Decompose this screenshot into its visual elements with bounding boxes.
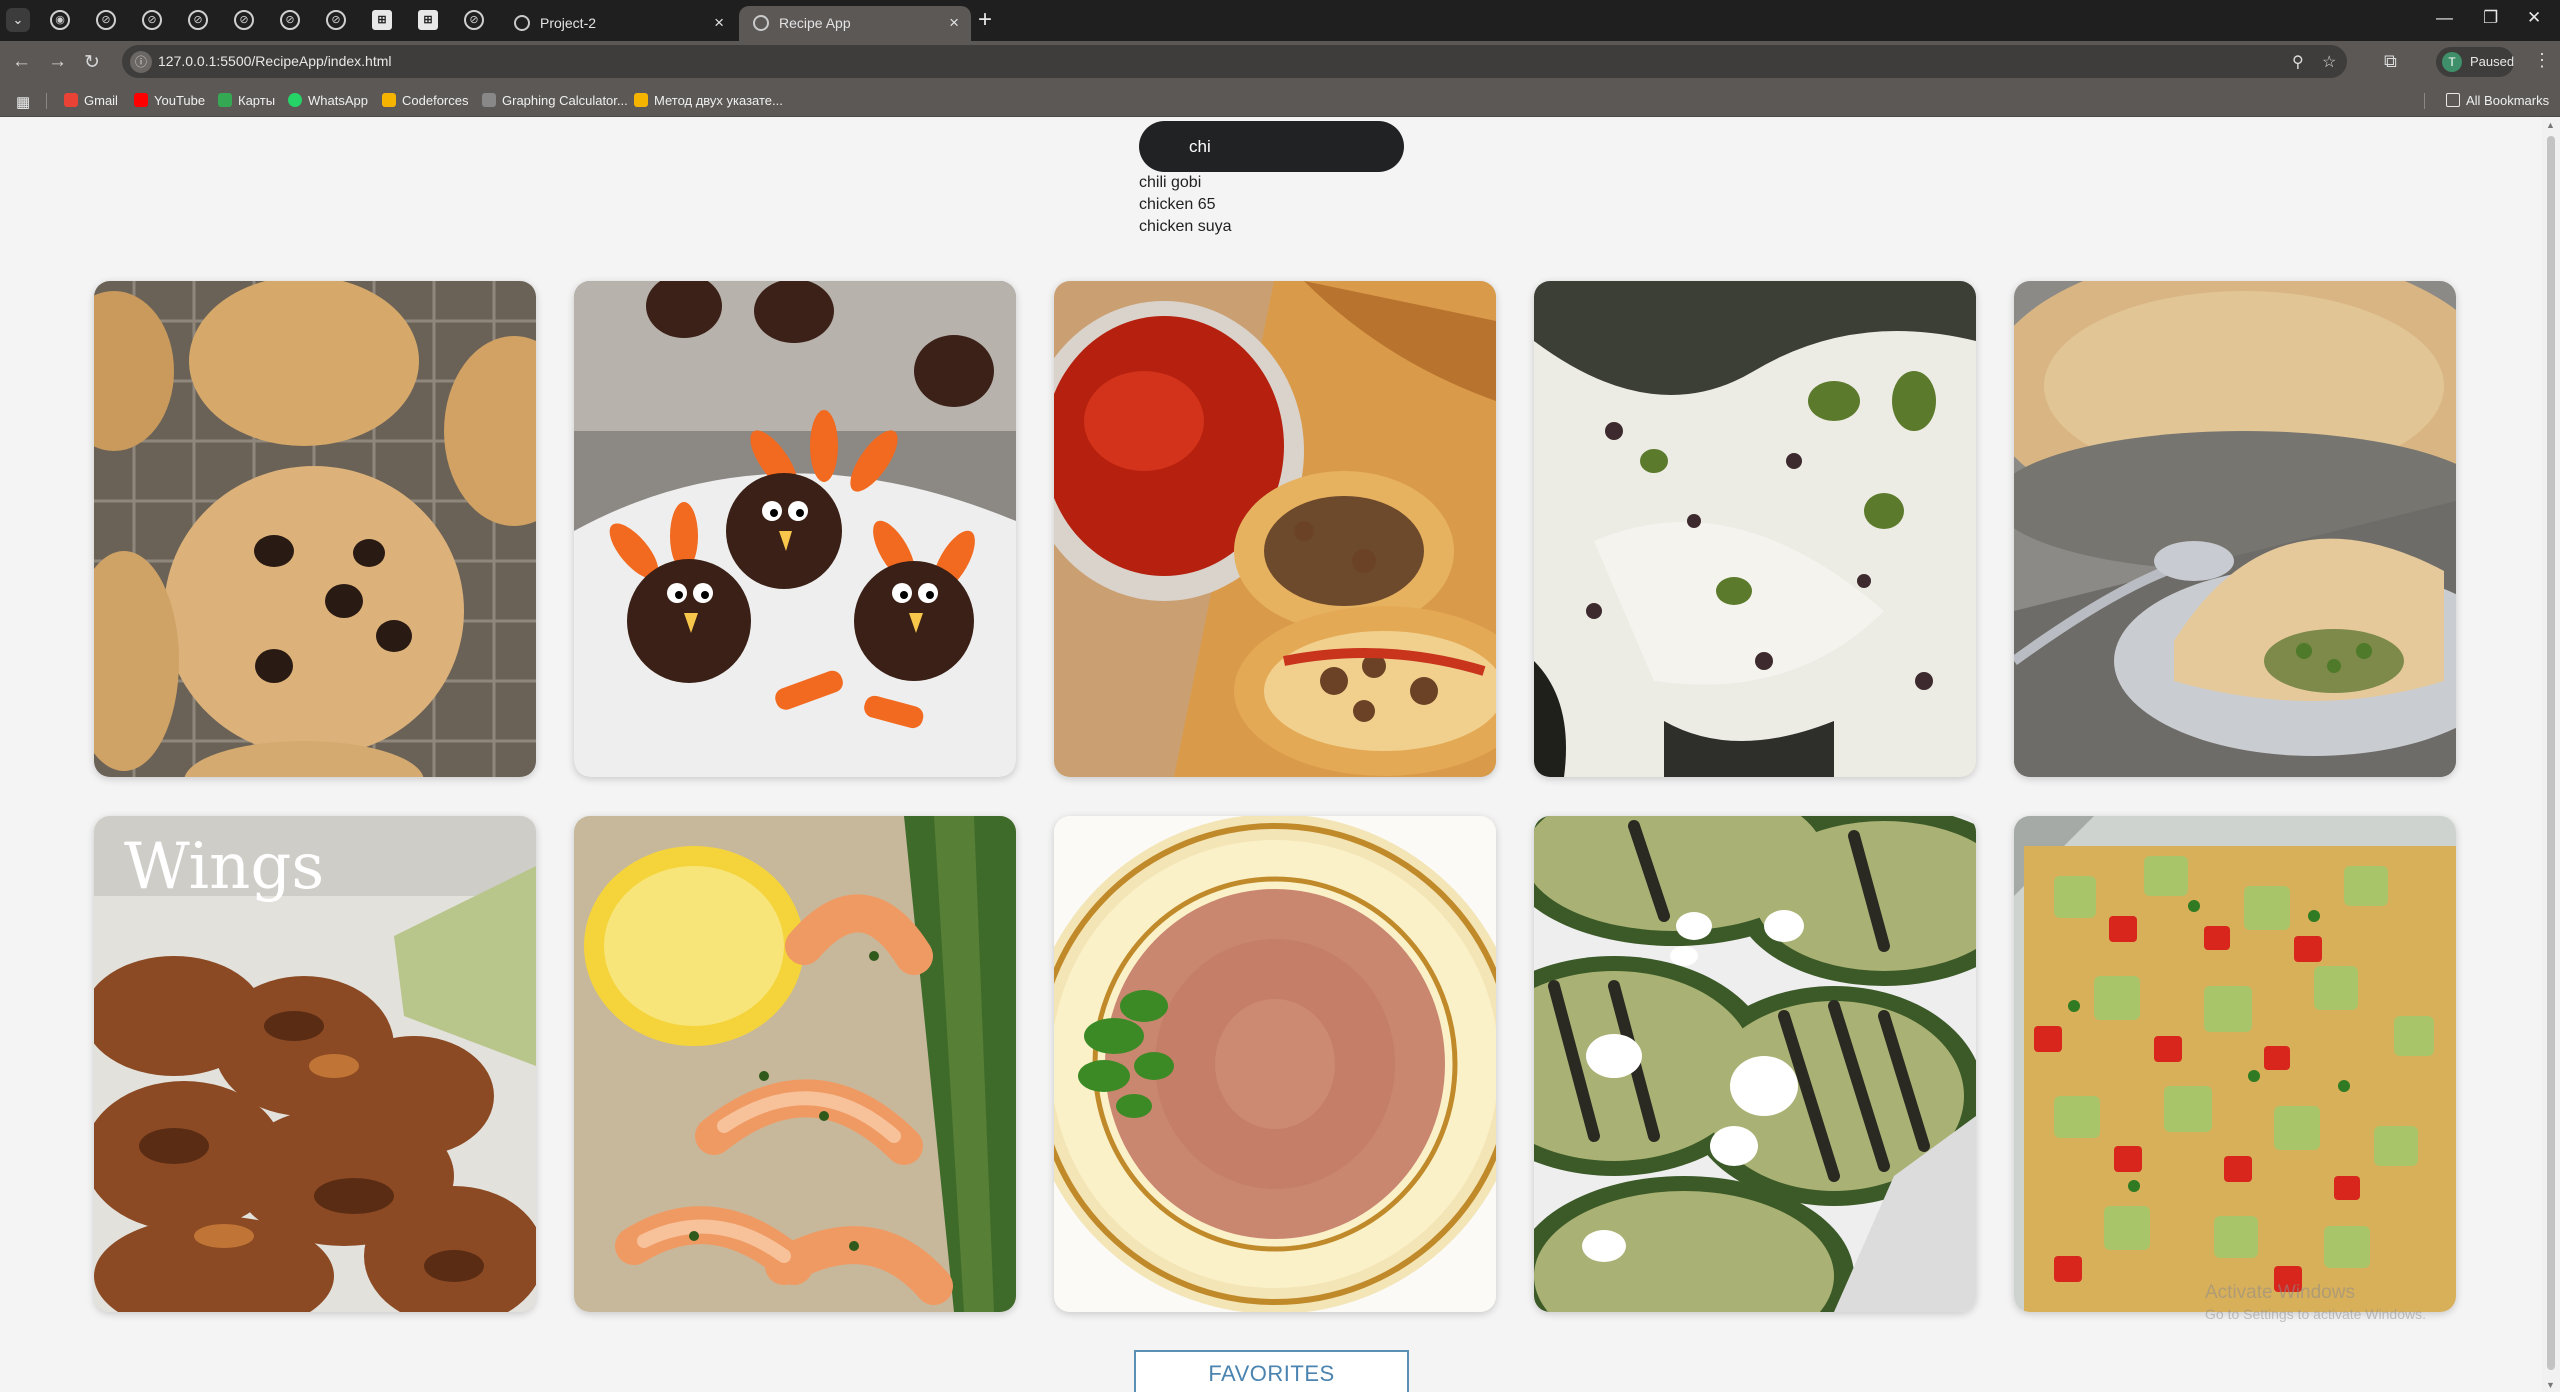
- bookmark-codeforces[interactable]: Codeforces: [382, 93, 468, 108]
- restore-icon[interactable]: ❐: [2483, 8, 2498, 28]
- meal-image: [2014, 816, 2456, 1312]
- close-tab-icon[interactable]: ×: [714, 13, 724, 33]
- globe-icon: [514, 15, 530, 31]
- meal-card-cookies[interactable]: [94, 281, 536, 777]
- search-suggestions: chili gobi chicken 65 chicken suya: [1139, 172, 1232, 238]
- activate-windows-title: Activate Windows: [2205, 1282, 2355, 1303]
- pinned-tab-icon[interactable]: ⊞: [418, 10, 438, 30]
- pinned-tab-icon[interactable]: ⊘: [464, 10, 484, 30]
- close-tab-icon[interactable]: ×: [949, 13, 959, 33]
- forward-icon[interactable]: →: [48, 51, 67, 73]
- wings-overlay-text: Wings: [124, 830, 324, 904]
- bookmark-two-pointers[interactable]: Метод двух указате...: [634, 93, 783, 108]
- pinned-tab-icon[interactable]: ◉: [50, 10, 70, 30]
- meal-card-zucchini[interactable]: [1534, 816, 1976, 1312]
- apps-grid-icon[interactable]: ▦: [16, 93, 30, 111]
- browser-toolbar: ← → ↻ ⓘ 127.0.0.1:5500/RecipeApp/index.h…: [0, 41, 2560, 84]
- zoom-icon[interactable]: ⚲: [2292, 52, 2304, 72]
- reload-icon[interactable]: ↻: [84, 51, 100, 74]
- pinned-tab-icon[interactable]: ⊘: [96, 10, 116, 30]
- whatsapp-icon: [288, 93, 302, 107]
- activate-windows-subtitle: Go to Settings to activate Windows.: [2205, 1306, 2426, 1322]
- meal-image: [1054, 281, 1496, 777]
- meal-card-wings[interactable]: Wings: [94, 816, 536, 1312]
- pinned-tab-icon[interactable]: ⊘: [234, 10, 254, 30]
- menu-icon[interactable]: ⋮: [2533, 50, 2551, 71]
- tab-strip: ⌄ ◉ ⊘ ⊘ ⊘ ⊘ ⊘ ⊘ ⊞ ⊞ ⊘ Project-2 × Recipe…: [0, 0, 2560, 41]
- bookmark-maps[interactable]: Карты: [218, 93, 275, 108]
- search-input[interactable]: [1139, 121, 1404, 172]
- meal-card-stromboli[interactable]: [1054, 281, 1496, 777]
- suggestion-item[interactable]: chicken suya: [1139, 216, 1232, 238]
- tab-title: Project-2: [540, 15, 597, 31]
- bookmark-youtube[interactable]: YouTube: [134, 93, 205, 108]
- maps-icon: [218, 93, 232, 107]
- tab-project-2[interactable]: Project-2 ×: [500, 6, 736, 41]
- bookmark-whatsapp[interactable]: WhatsApp: [288, 93, 368, 108]
- pinned-tab-icon[interactable]: ⊞: [372, 10, 392, 30]
- profile-button[interactable]: T Paused: [2436, 47, 2514, 77]
- extensions-icon[interactable]: ⧉: [2384, 51, 2397, 72]
- divider: [46, 93, 47, 109]
- tab-search-button[interactable]: ⌄: [6, 8, 30, 32]
- pinned-tab-icon[interactable]: ⊘: [280, 10, 300, 30]
- new-tab-button[interactable]: +: [978, 6, 992, 34]
- meal-image: Wings: [94, 816, 536, 1312]
- minimize-icon[interactable]: —: [2436, 8, 2453, 28]
- meal-card-turkey-truffles[interactable]: [574, 281, 1016, 777]
- all-bookmarks[interactable]: All Bookmarks: [2446, 93, 2549, 108]
- bookmark-star-icon[interactable]: ☆: [2322, 52, 2336, 72]
- suggestion-item[interactable]: chicken 65: [1139, 194, 1232, 216]
- scroll-down-icon[interactable]: ▼: [2546, 1380, 2555, 1390]
- codeforces-icon: [382, 93, 396, 107]
- meal-image: [574, 281, 1016, 777]
- tab-title: Recipe App: [779, 15, 851, 31]
- favorites-button[interactable]: FAVORITES: [1134, 1350, 1409, 1392]
- meal-image: [2014, 281, 2456, 777]
- pinned-tab-icon[interactable]: ⊘: [188, 10, 208, 30]
- back-icon[interactable]: ←: [12, 51, 31, 73]
- codeforces-icon: [634, 93, 648, 107]
- profile-status: Paused: [2470, 54, 2515, 69]
- bookmark-graphing-calculator[interactable]: Graphing Calculator...: [482, 93, 628, 108]
- gmail-icon: [64, 93, 78, 107]
- url-text[interactable]: 127.0.0.1:5500/RecipeApp/index.html: [158, 53, 392, 69]
- close-window-icon[interactable]: ✕: [2527, 8, 2541, 28]
- meal-card-refried-beans[interactable]: [1054, 816, 1496, 1312]
- tab-recipe-app[interactable]: Recipe App ×: [739, 6, 971, 41]
- meal-card-pot-pie[interactable]: [2014, 281, 2456, 777]
- pinned-tab-icon[interactable]: ⊘: [142, 10, 162, 30]
- page-scrollbar[interactable]: ▲ ▼: [2542, 118, 2560, 1392]
- page-viewport: chili gobi chicken 65 chicken suya: [0, 118, 2560, 1392]
- globe-icon: [753, 15, 769, 31]
- meal-card-shrimp[interactable]: [574, 816, 1016, 1312]
- meal-image: [1534, 816, 1976, 1312]
- meal-card-salad[interactable]: [2014, 816, 2456, 1312]
- folder-icon: [2446, 93, 2460, 107]
- scroll-up-icon[interactable]: ▲: [2546, 120, 2555, 130]
- meal-image: [94, 281, 536, 777]
- meal-image: [574, 816, 1016, 1312]
- youtube-icon: [134, 93, 148, 107]
- bookmarks-bar: ▦ Gmail YouTube Карты WhatsApp Codeforce…: [0, 84, 2560, 117]
- calculator-icon: [482, 93, 496, 107]
- address-bar[interactable]: ⓘ 127.0.0.1:5500/RecipeApp/index.html ⚲ …: [122, 45, 2347, 78]
- pinned-tab-icon[interactable]: ⊘: [326, 10, 346, 30]
- meal-image: [1534, 281, 1976, 777]
- suggestion-item[interactable]: chili gobi: [1139, 172, 1232, 194]
- avatar: T: [2442, 52, 2462, 72]
- bookmark-gmail[interactable]: Gmail: [64, 93, 118, 108]
- site-info-icon[interactable]: ⓘ: [130, 51, 152, 73]
- divider: [2424, 93, 2425, 109]
- meal-card-ice-cream[interactable]: [1534, 281, 1976, 777]
- scrollbar-thumb[interactable]: [2547, 136, 2555, 1370]
- meal-image: [1054, 816, 1496, 1312]
